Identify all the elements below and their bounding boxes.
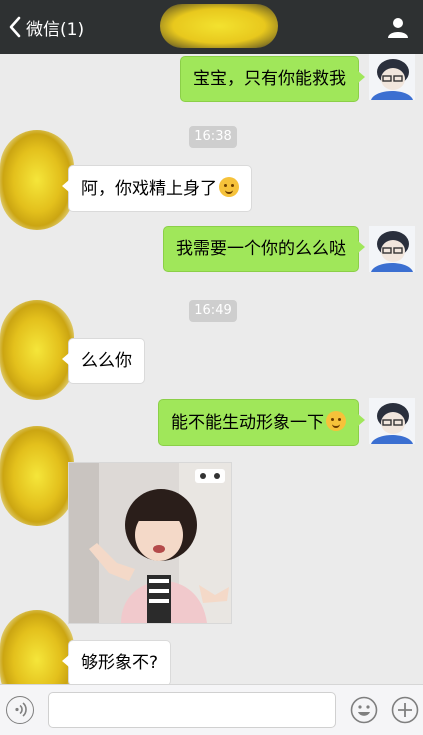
message-text: 阿，你戏精上身了	[81, 179, 217, 199]
message-text: 么么你	[81, 351, 132, 371]
sent-message-bubble[interactable]: 宝宝，只有你能救我	[180, 56, 365, 102]
emoji-button[interactable]	[350, 696, 378, 724]
message-text: 能不能生动形象一下	[171, 413, 324, 433]
timestamp: 16:38	[189, 126, 237, 148]
timestamp: 16:49	[189, 300, 237, 322]
input-bar	[0, 684, 423, 735]
back-label: 微信(1)	[26, 19, 85, 40]
received-message-bubble[interactable]: 阿，你戏精上身了	[62, 165, 252, 212]
avatar-photo	[369, 226, 415, 272]
message-list[interactable]: 宝宝，只有你能救我 16:38 阿，你戏精上身了 我需要一个你的么么哒 16:4…	[0, 54, 423, 684]
message-text: 宝宝，只有你能救我	[193, 69, 346, 89]
avatar-photo	[369, 54, 415, 100]
smiley-icon	[350, 696, 378, 724]
my-avatar[interactable]	[369, 398, 415, 444]
back-button[interactable]: 微信(1)	[8, 14, 84, 40]
child-photo	[69, 463, 231, 623]
person-icon	[388, 18, 408, 38]
chevron-left-icon	[9, 16, 21, 38]
received-message-bubble[interactable]: 够形象不?	[61, 640, 172, 684]
message-input[interactable]	[48, 692, 336, 728]
voice-icon	[15, 702, 27, 717]
contact-name-obscured	[160, 4, 278, 48]
message-text: 我需要一个你的么么哒	[176, 239, 346, 259]
plus-icon	[391, 696, 419, 724]
my-avatar[interactable]	[369, 54, 415, 100]
contact-avatar-obscured[interactable]	[0, 426, 74, 526]
message-text: 够形象不?	[81, 653, 159, 673]
contact-avatar-obscured[interactable]	[0, 300, 74, 400]
avatar-photo	[369, 398, 415, 444]
chat-header: 微信(1)	[0, 0, 423, 54]
received-message-bubble[interactable]: 么么你	[62, 338, 145, 384]
sent-message-bubble[interactable]: 能不能生动形象一下	[158, 399, 365, 446]
smirk-emoji-icon	[326, 411, 346, 431]
chat-info-button[interactable]	[387, 16, 409, 38]
voice-button[interactable]	[6, 696, 34, 724]
my-avatar[interactable]	[369, 226, 415, 272]
contact-avatar-obscured[interactable]	[0, 610, 74, 684]
more-button[interactable]	[391, 696, 419, 724]
sent-message-bubble[interactable]: 我需要一个你的么么哒	[163, 226, 365, 272]
laughing-crying-emoji-icon	[219, 177, 239, 197]
image-message[interactable]	[68, 462, 232, 624]
